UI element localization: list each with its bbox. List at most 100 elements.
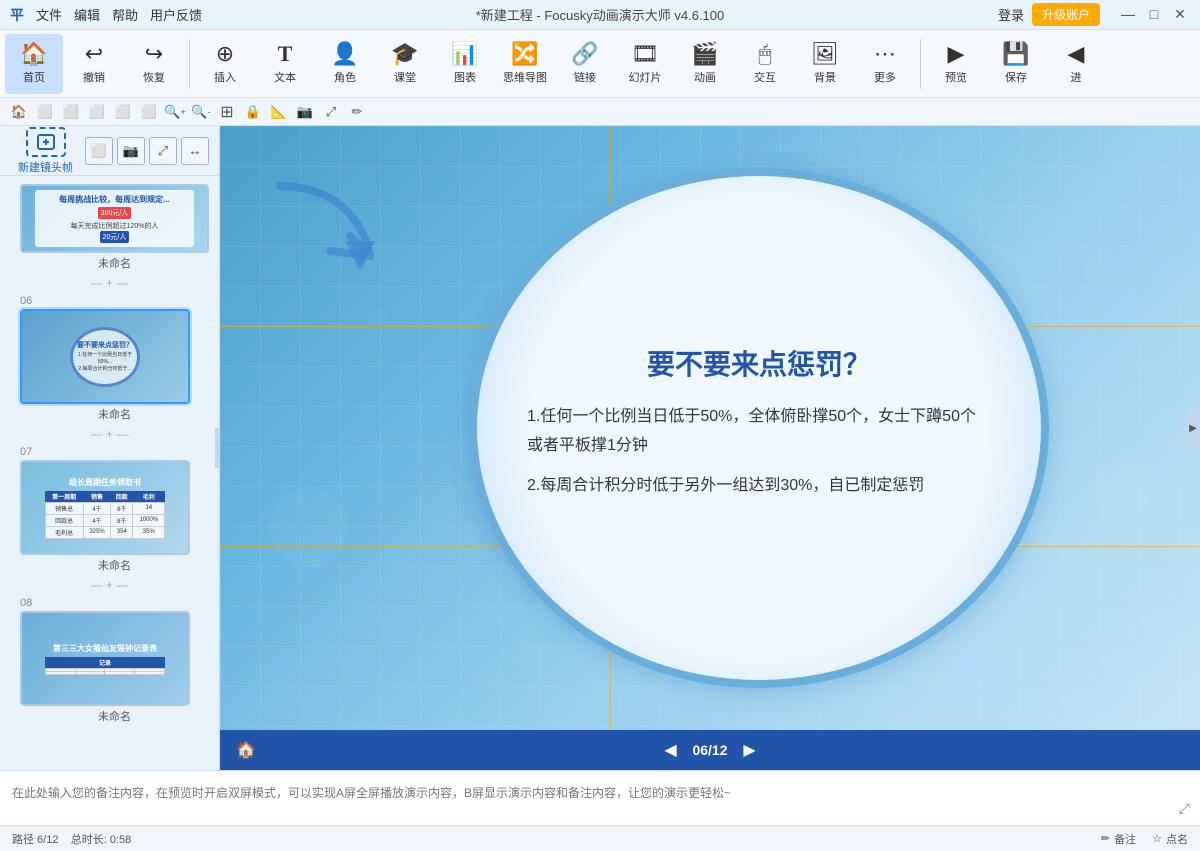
- toolbar-more[interactable]: ⋯ 更多: [856, 34, 914, 94]
- toolbar-link[interactable]: 🔗 链接: [556, 34, 614, 94]
- slide-thumb-content-07: 组长周期任务领取书 第一周期销售回款毛利 销售总4千8千14 回款总4千8千10…: [22, 462, 188, 553]
- toolbar-slide[interactable]: 🎞 幻灯片: [616, 34, 674, 94]
- page-indicator: 06/12: [692, 742, 727, 758]
- toolbar-bg[interactable]: 🖼 背景: [796, 34, 854, 94]
- points-btn-label: 点名: [1166, 831, 1188, 847]
- toolbar-class-label: 课堂: [394, 69, 416, 85]
- toolbar-mindmap[interactable]: 🔀 思维导图: [496, 34, 554, 94]
- ab-zoom-in-btn[interactable]: 🔍+: [164, 101, 186, 123]
- nav-next-btn[interactable]: ▶: [736, 736, 764, 764]
- window-title: *新建工程 - Focusky动画演示大师 v4.6.100: [476, 5, 725, 24]
- toolbar-text[interactable]: T 文本: [256, 34, 314, 94]
- toolbar-insert-label: 插入: [214, 69, 236, 85]
- toolbar-save[interactable]: 💾 保存: [987, 34, 1045, 94]
- toolbar-animate-label: 动画: [694, 69, 716, 85]
- duration-label: 总时长: 0:58: [71, 834, 132, 846]
- toolbar-save-label: 保存: [1005, 69, 1027, 85]
- points-btn[interactable]: ☆ 点名: [1152, 831, 1188, 847]
- menu-feedback[interactable]: 用户反馈: [150, 5, 202, 24]
- sidebar-camera-btn[interactable]: 📷: [117, 137, 145, 165]
- notes-btn-label: 备注: [1114, 831, 1136, 847]
- toolbar-slide-label: 幻灯片: [629, 69, 662, 85]
- toolbar-undo[interactable]: ↩ 撤销: [65, 34, 123, 94]
- slide-item-07[interactable]: 07 组长周期任务领取书 第一周期销售回款毛利 销售总4千8千14 回款总4千8…: [0, 444, 219, 575]
- minimize-button[interactable]: —: [1118, 6, 1138, 23]
- ab-lock-btn[interactable]: 🔒: [242, 101, 264, 123]
- ab-edit-btn[interactable]: ✏: [346, 101, 368, 123]
- slide-label-08: 未命名: [20, 708, 209, 724]
- toolbar-class[interactable]: 🎓 课堂: [376, 34, 434, 94]
- login-button[interactable]: 登录: [998, 5, 1024, 24]
- sidebar-header: 新建镜头帧 ⬜ 📷 ⤢ ↔: [0, 126, 219, 176]
- toolbar-chart[interactable]: 📊 图表: [436, 34, 494, 94]
- notes-btn[interactable]: ✏ 备注: [1101, 831, 1136, 847]
- toolbar-interact[interactable]: 🖱 交互: [736, 34, 794, 94]
- slide-thumb-08[interactable]: 第三三大女猫仙友惩钟记录表 记录: [20, 611, 190, 706]
- toolbar-role[interactable]: 👤 角色: [316, 34, 374, 94]
- slide-separator-07-08[interactable]: — + —: [0, 575, 219, 595]
- link-icon: 🔗: [571, 43, 598, 65]
- ab-frame3-btn[interactable]: ⬜: [86, 101, 108, 123]
- toolbar-animate[interactable]: 🎬 动画: [676, 34, 734, 94]
- menu-help[interactable]: 帮助: [112, 5, 138, 24]
- new-frame-label: 新建镜头帧: [18, 159, 73, 175]
- bottom-navigation: 🏠 ◀ 06/12 ▶: [220, 730, 1200, 770]
- ab-expand-btn[interactable]: ⤢: [320, 101, 342, 123]
- nav-prev-btn[interactable]: ◀: [656, 736, 684, 764]
- slide-thumb-06[interactable]: 要不要来点惩罚？ 1.任何一个比例当日低于50%... 2.每周合计积分时低于.…: [20, 309, 190, 404]
- slide-thumb-05[interactable]: 每周挑战比较，每周达到规定... 300元/人 每天完成比例超过120%的人 2…: [20, 184, 209, 253]
- ab-frame4-btn[interactable]: ⬜: [112, 101, 134, 123]
- toolbar-divider-1: [189, 39, 190, 89]
- notes-input[interactable]: [12, 784, 1188, 812]
- right-panel-collapse-btn[interactable]: ▶: [1186, 408, 1200, 448]
- insert-icon: ⊕: [216, 43, 234, 65]
- toolbar-nav-label: 进: [1071, 69, 1082, 85]
- ab-frame5-btn[interactable]: ⬜: [138, 101, 160, 123]
- slide-separator-06-07[interactable]: — + —: [0, 424, 219, 444]
- ab-screenshot-btn[interactable]: 📷: [294, 101, 316, 123]
- toolbar-nav[interactable]: ◀ 进: [1047, 34, 1105, 94]
- toolbar-undo-label: 撤销: [83, 69, 105, 85]
- ab-align-btn[interactable]: 📐: [268, 101, 290, 123]
- sidebar-resize-btn[interactable]: ⤢: [149, 137, 177, 165]
- toolbar-preview[interactable]: ▶ 预览: [927, 34, 985, 94]
- new-frame-button[interactable]: 新建镜头帧: [10, 126, 81, 179]
- slide-label-05: 未命名: [20, 255, 209, 271]
- new-frame-icon: [26, 127, 66, 157]
- close-button[interactable]: ✕: [1170, 6, 1190, 23]
- nav-home-btn[interactable]: 🏠: [232, 736, 260, 764]
- ab-frame1-btn[interactable]: ⬜: [34, 101, 56, 123]
- sidebar-move-btn[interactable]: ↔: [181, 137, 209, 165]
- statusbar-right: ✏ 备注 ☆ 点名: [1101, 831, 1188, 847]
- ab-zoom-out-btn[interactable]: 🔍-: [190, 101, 212, 123]
- ab-frame2-btn[interactable]: ⬜: [60, 101, 82, 123]
- role-icon: 👤: [331, 43, 358, 65]
- save-icon: 💾: [1002, 43, 1029, 65]
- bg-icon: 🖼: [811, 43, 839, 65]
- slide-item-06[interactable]: 06 要不要来点惩罚？ 1.任何一个比例当日低于50%... 2.每周合计积分时…: [0, 293, 219, 424]
- toolbar-redo[interactable]: ↪ 恢复: [125, 34, 183, 94]
- slide-item-05[interactable]: 每周挑战比较，每周达到规定... 300元/人 每天完成比例超过120%的人 2…: [0, 180, 219, 273]
- toolbar-insert[interactable]: ⊕ 插入: [196, 34, 254, 94]
- notes-expand-btn[interactable]: ⤢: [1179, 800, 1190, 817]
- slide-thumb-07[interactable]: 组长周期任务领取书 第一周期销售回款毛利 销售总4千8千14 回款总4千8千10…: [20, 460, 190, 555]
- notes-icon: ✏: [1101, 832, 1110, 845]
- toolbar-home-label: 首页: [23, 69, 45, 85]
- separator-icon-3: — + —: [91, 578, 129, 592]
- ab-grid-btn[interactable]: ⊞: [216, 101, 238, 123]
- toolbar-home[interactable]: 🏠 首页: [5, 34, 63, 94]
- slide-separator-05-06[interactable]: — + —: [0, 273, 219, 293]
- menu-edit[interactable]: 编辑: [74, 5, 100, 24]
- maximize-button[interactable]: □: [1144, 6, 1164, 23]
- ab-home-btn[interactable]: 🏠: [8, 101, 30, 123]
- canvas[interactable]: 要不要来点惩罚？ 1.任何一个比例当日低于50%，全体俯卧撑50个，女士下蹲50…: [220, 126, 1200, 730]
- slide-item-08[interactable]: 08 第三三大女猫仙友惩钟记录表 记录: [0, 595, 219, 726]
- sidebar-copy-btn[interactable]: ⬜: [85, 137, 113, 165]
- toolbar-preview-label: 预览: [945, 69, 967, 85]
- menu-file[interactable]: 文件: [36, 5, 62, 24]
- nav-icon: ◀: [1068, 43, 1085, 65]
- slide-label-06: 未命名: [20, 406, 209, 422]
- upgrade-button[interactable]: 升级账户: [1032, 3, 1100, 26]
- main-content-circle: 要不要来点惩罚？ 1.任何一个比例当日低于50%，全体俯卧撑50个，女士下蹲50…: [469, 168, 1049, 688]
- statusbar: 路径 6/12 总时长: 0:58 ✏ 备注 ☆ 点名: [0, 825, 1200, 851]
